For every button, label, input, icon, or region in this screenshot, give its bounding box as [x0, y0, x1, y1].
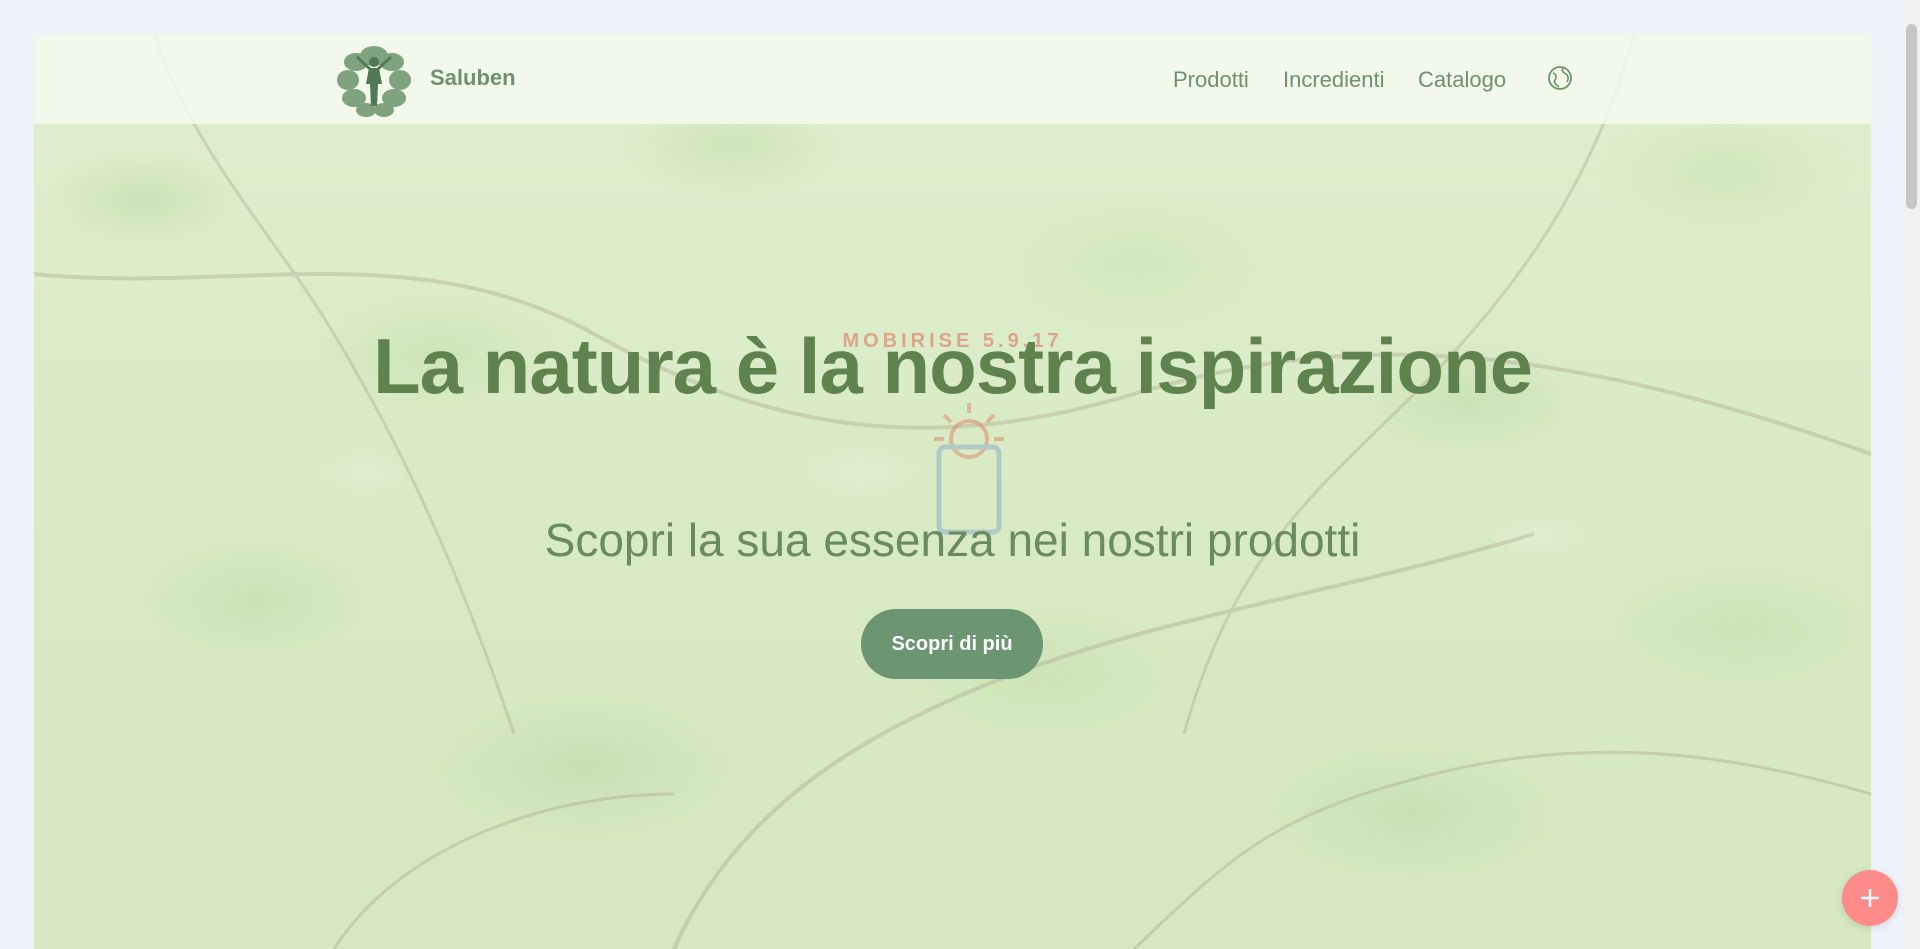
page-frame: Saluben Prodotti Incredienti Catalogo MO…: [34, 34, 1871, 949]
nav-link-prodotti[interactable]: Prodotti: [1173, 67, 1249, 93]
hero-title: La natura è la nostra ispirazione: [372, 322, 1533, 410]
discover-more-button[interactable]: Scopri di più: [861, 609, 1043, 679]
add-block-button[interactable]: [1842, 870, 1898, 926]
plus-icon: [1861, 889, 1879, 907]
navbar: Saluben Prodotti Incredienti Catalogo: [34, 34, 1871, 124]
globe-icon[interactable]: [1547, 65, 1573, 91]
scrollbar-thumb[interactable]: [1906, 24, 1917, 209]
nav-link-incredienti[interactable]: Incredienti: [1283, 67, 1385, 93]
nav-link-catalogo[interactable]: Catalogo: [1418, 67, 1506, 93]
tree-woman-logo-icon[interactable]: [336, 40, 412, 118]
hero-subtitle: Scopri la sua essenza nei nostri prodott…: [544, 514, 1361, 566]
brand-name[interactable]: Saluben: [430, 65, 516, 91]
